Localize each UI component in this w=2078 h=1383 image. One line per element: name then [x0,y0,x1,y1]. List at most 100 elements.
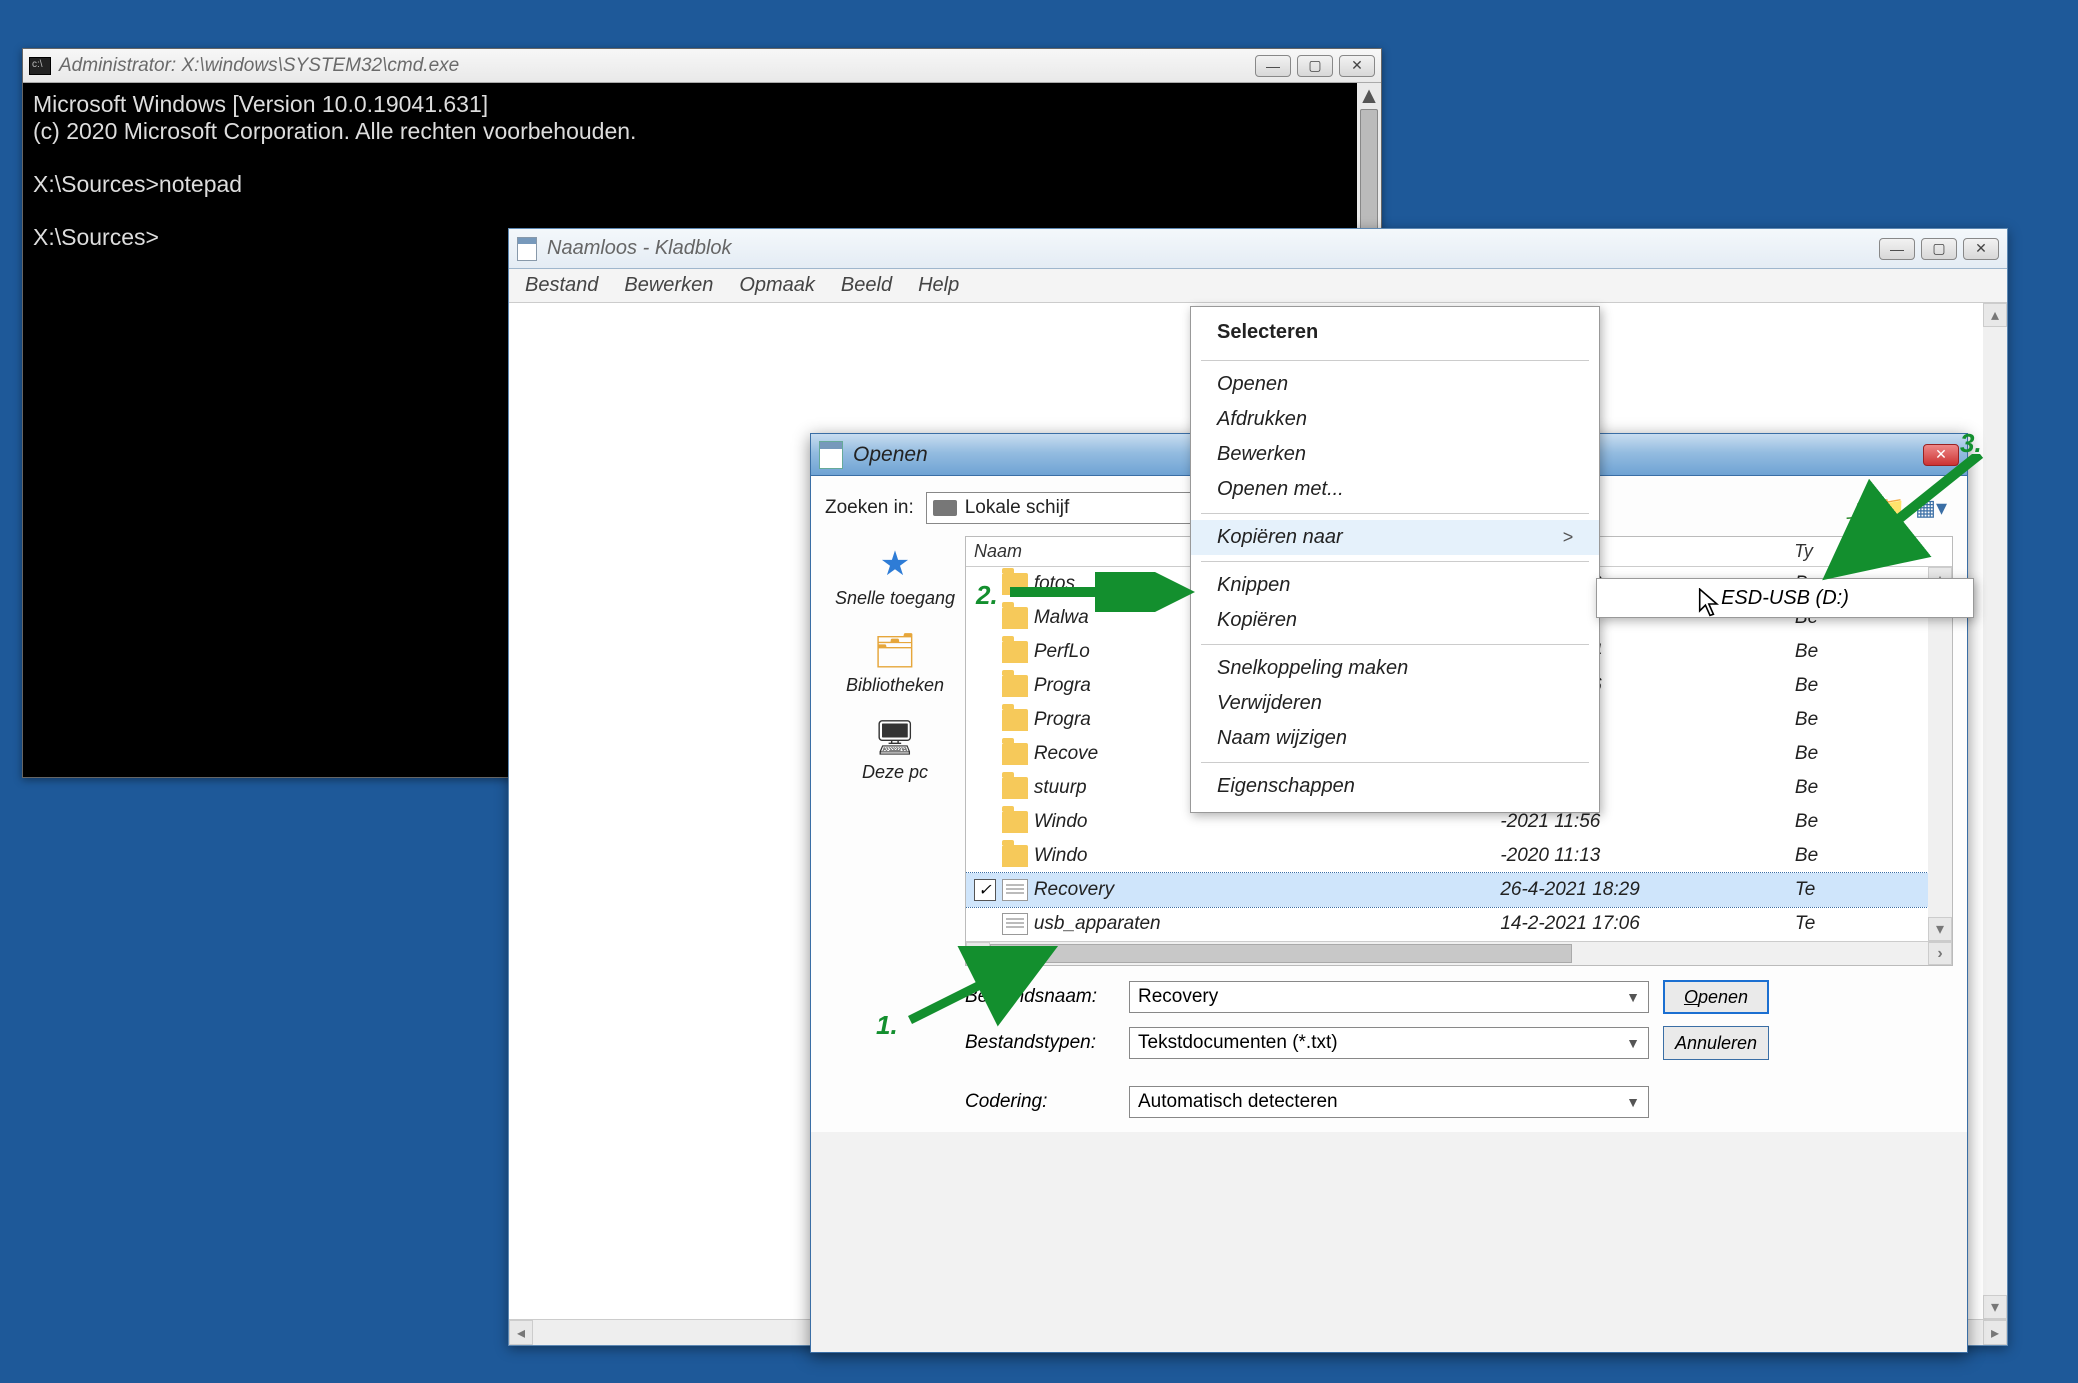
cmd-titlebar[interactable]: Administrator: X:\windows\SYSTEM32\cmd.e… [23,49,1381,83]
notepad-window-controls: — ▢ ✕ [1879,238,1999,260]
look-in-value: Lokale schijf [965,497,1070,519]
annotation-arrow-2 [1010,572,1200,612]
star-icon: ★ [880,544,910,584]
menu-separator [1201,360,1589,361]
annotation-label-1: 1. [876,1010,898,1041]
file-icon [1002,879,1028,901]
place-label: Deze pc [862,762,928,783]
cmd-line-2: (c) 2020 Microsoft Corporation. Alle rec… [33,118,636,144]
cmd-window-controls: — ▢ ✕ [1255,55,1375,77]
libraries-icon: 🗂 [873,631,916,671]
annotation-label-3: 3. [1960,428,1982,459]
context-menu: Selecteren Openen Afdrukken Bewerken Ope… [1190,306,1600,813]
maximize-button[interactable]: ▢ [1921,238,1957,260]
file-date: 14-2-2021 17:06 [1500,913,1795,935]
notepad-titlebar[interactable]: Naamloos - Kladblok — ▢ ✕ [509,229,2007,269]
place-label: Snelle toegang [835,588,955,609]
minimize-button[interactable]: — [1255,55,1291,77]
place-libraries[interactable]: 🗂 Bibliotheken [846,631,944,696]
file-row[interactable]: ✓Recovery26-4-2021 18:29Te [966,873,1952,907]
open-button[interactable]: Openen [1663,980,1769,1014]
minimize-button[interactable]: — [1879,238,1915,260]
menu-item-open[interactable]: Openen [1191,367,1599,402]
annotation-label-2: 2. [976,580,998,611]
folder-icon [1002,709,1028,731]
computer-icon: 🖥 [873,718,916,758]
menu-item-cut[interactable]: Knippen [1191,568,1599,603]
scroll-right-icon[interactable]: ▸ [1983,1320,2007,1345]
annotation-arrow-3 [1800,454,1990,594]
folder-icon [1002,811,1028,833]
encoding-combo[interactable]: Automatisch detecteren ▼ [1129,1086,1649,1118]
file-date: -2021 11:56 [1500,811,1795,833]
file-date: -2020 11:13 [1500,845,1795,867]
menu-edit[interactable]: Bewerken [612,270,725,301]
cmd-icon [29,57,51,75]
filetype-combo[interactable]: Tekstdocumenten (*.txt) ▼ [1129,1027,1649,1059]
cmd-line-3: X:\Sources>notepad [33,171,242,197]
notepad-icon [517,237,537,261]
dialog-icon [819,441,843,469]
file-list-hscroll[interactable]: ‹ › [966,941,1952,965]
folder-icon [1002,845,1028,867]
cmd-line-1: Microsoft Windows [Version 10.0.19041.63… [33,91,488,117]
menu-format[interactable]: Opmaak [727,270,827,301]
menu-separator [1201,762,1589,763]
file-row[interactable]: Windo-2020 11:13Be [966,839,1952,873]
file-name: usb_apparaten [1034,913,1501,935]
chevron-down-icon[interactable]: ▼ [1626,1035,1640,1051]
notepad-title: Naamloos - Kladblok [547,237,1879,260]
menu-item-copy-to[interactable]: Kopiëren naar [1191,520,1599,555]
file-date: 26-4-2021 18:29 [1500,879,1795,901]
menu-view[interactable]: Beeld [829,270,904,301]
encoding-label: Codering: [965,1091,1115,1113]
place-this-pc[interactable]: 🖥 Deze pc [862,718,928,783]
scroll-up-icon[interactable]: ▲ [1357,83,1381,107]
folder-icon [1002,743,1028,765]
file-name: Windo [1034,811,1501,833]
menu-item-rename[interactable]: Naam wijzigen [1191,721,1599,756]
menu-item-shortcut[interactable]: Snelkoppeling maken [1191,651,1599,686]
menu-item-edit[interactable]: Bewerken [1191,437,1599,472]
annotation-arrow-1 [900,940,1080,1030]
file-icon [1002,913,1028,935]
scroll-down-icon[interactable]: ▾ [1983,1295,2007,1319]
folder-icon [1002,777,1028,799]
chevron-down-icon[interactable]: ▼ [1626,1094,1640,1110]
notepad-menubar: Bestand Bewerken Opmaak Beeld Help [509,269,2007,303]
file-name: Recovery [1034,879,1501,901]
menu-help[interactable]: Help [906,270,971,301]
scroll-down-icon[interactable]: ▾ [1928,917,1952,941]
cursor-icon [1698,588,1722,620]
place-label: Bibliotheken [846,675,944,696]
menu-item-open-with[interactable]: Openen met... [1191,472,1599,507]
menu-file[interactable]: Bestand [513,270,610,301]
disk-icon [933,500,957,516]
row-checkbox[interactable]: ✓ [974,879,996,901]
menu-item-properties[interactable]: Eigenschappen [1191,769,1599,804]
place-quick-access[interactable]: ★ Snelle toegang [835,544,955,609]
menu-item-print[interactable]: Afdrukken [1191,402,1599,437]
cancel-button[interactable]: Annuleren [1663,1026,1769,1060]
encoding-value: Automatisch detecteren [1138,1091,1338,1113]
scroll-left-icon[interactable]: ◂ [509,1320,533,1345]
context-menu-header[interactable]: Selecteren [1191,315,1599,354]
chevron-down-icon[interactable]: ▼ [1626,989,1640,1005]
close-button[interactable]: ✕ [1339,55,1375,77]
filename-value: Recovery [1138,986,1218,1008]
filename-input[interactable]: Recovery ▼ [1129,981,1649,1013]
scroll-right-icon[interactable]: › [1928,942,1952,965]
cmd-line-4: X:\Sources> [33,224,159,250]
maximize-button[interactable]: ▢ [1297,55,1333,77]
file-row[interactable]: usb_apparaten14-2-2021 17:06Te [966,907,1952,941]
menu-item-delete[interactable]: Verwijderen [1191,686,1599,721]
menu-item-copy[interactable]: Kopiëren [1191,603,1599,638]
menu-separator [1201,644,1589,645]
menu-separator [1201,561,1589,562]
places-bar: ★ Snelle toegang 🗂 Bibliotheken 🖥 Deze p… [825,536,965,966]
close-button[interactable]: ✕ [1963,238,1999,260]
filetype-label: Bestandstypen: [965,1032,1115,1054]
scroll-up-icon[interactable]: ▴ [1983,303,2007,327]
file-list-vscroll[interactable]: ▴ ▾ [1928,567,1952,941]
look-in-label: Zoeken in: [825,497,914,519]
